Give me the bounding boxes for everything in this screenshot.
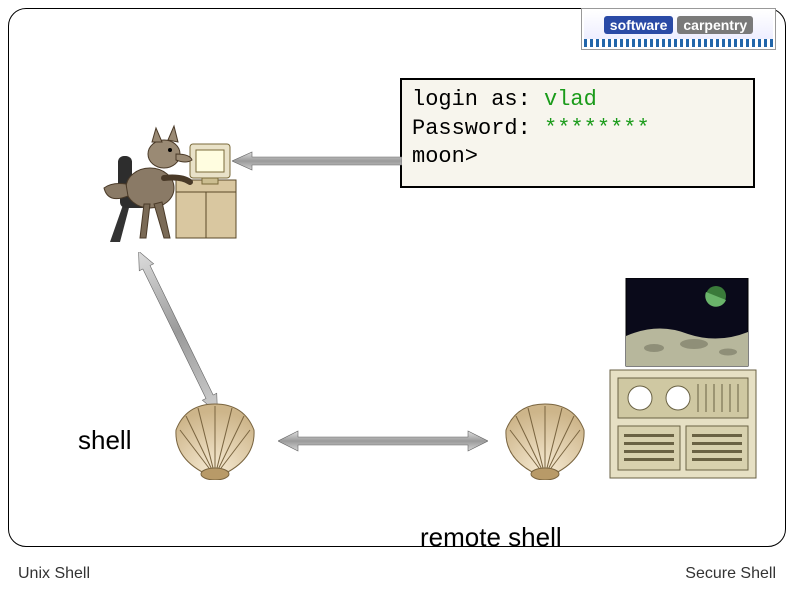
login-label: login as: (412, 87, 544, 112)
terminal-line-password: Password: ******** (412, 115, 743, 144)
footer-left: Unix Shell (18, 565, 90, 583)
terminal-prompt: moon> (412, 143, 743, 172)
arrow-shell-shell (278, 428, 488, 454)
seashell-remote-icon (498, 400, 593, 480)
logo-part2: carpentry (677, 16, 753, 34)
logo-part1: software (604, 16, 674, 34)
label-shell: shell (78, 425, 131, 456)
terminal-window: login as: vlad Password: ******** moon> (400, 78, 755, 188)
logo-software-carpentry: software carpentry (581, 8, 776, 50)
arrow-user-shell (128, 252, 228, 412)
label-remote-shell: remote shell (420, 522, 562, 553)
password-value: ******** (544, 116, 650, 141)
remote-server-illustration (598, 278, 766, 488)
footer-right: Secure Shell (685, 565, 776, 583)
login-value: vlad (544, 87, 597, 112)
password-label: Password: (412, 116, 544, 141)
seashell-local-icon (168, 400, 263, 480)
terminal-line-login: login as: vlad (412, 86, 743, 115)
arrow-terminal-to-user (232, 150, 402, 172)
user-at-computer-illustration (90, 92, 250, 252)
